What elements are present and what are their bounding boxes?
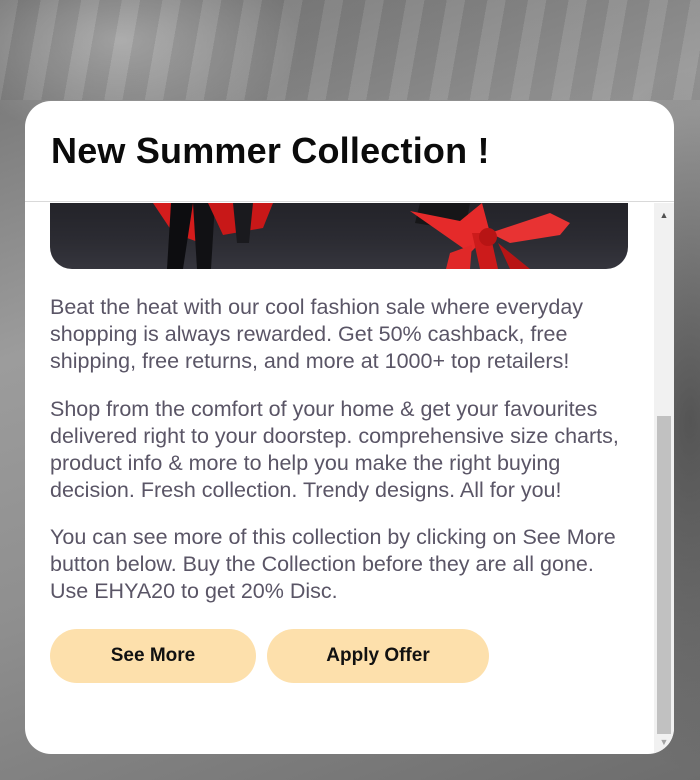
modal-title: New Summer Collection !	[51, 130, 490, 171]
coupon-paragraph: You can see more of this collection by c…	[50, 525, 616, 603]
promo-modal: New Summer Collection ! Beat the heat wi…	[25, 101, 674, 754]
offer-paragraph: Beat the heat with our cool fashion sale…	[50, 295, 584, 373]
apply-offer-button[interactable]: Apply Offer	[267, 629, 489, 683]
modal-actions: See More Apply Offer	[50, 629, 628, 683]
see-more-button[interactable]: See More	[50, 629, 256, 683]
shopping-paragraph: Shop from the comfort of your home & get…	[50, 397, 619, 502]
scrollbar[interactable]: ▲ ▼	[654, 203, 674, 754]
modal-content: Beat the heat with our cool fashion sale…	[25, 203, 628, 683]
scroll-down-arrow-icon[interactable]: ▼	[654, 733, 674, 751]
hero-image	[50, 203, 628, 269]
modal-body[interactable]: Beat the heat with our cool fashion sale…	[25, 203, 674, 754]
modal-header: New Summer Collection !	[25, 101, 674, 202]
gift-ribbon-image	[153, 203, 273, 269]
gift-bow-image	[410, 203, 570, 269]
scrollbar-thumb[interactable]	[657, 416, 671, 734]
scroll-up-arrow-icon[interactable]: ▲	[654, 206, 674, 224]
